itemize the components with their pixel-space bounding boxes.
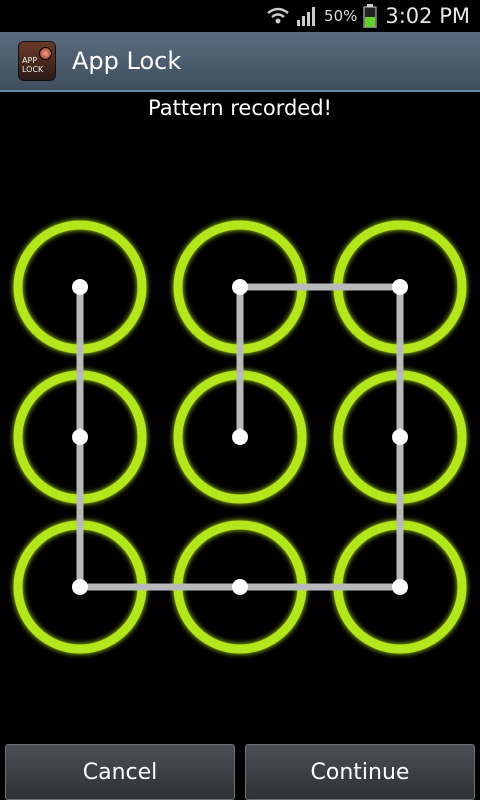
pattern-dot-6	[392, 429, 408, 445]
button-bar: Cancel Continue	[0, 740, 480, 800]
status-clock: 3:02 PM	[385, 4, 470, 28]
battery-charging-icon	[363, 4, 377, 28]
pattern-dot-2	[232, 279, 248, 295]
pattern-dot-7	[72, 579, 88, 595]
app-icon-lettering: APP LOCK	[22, 56, 44, 74]
cancel-button[interactable]: Cancel	[5, 744, 235, 800]
pattern-dot-1	[72, 279, 88, 295]
signal-bars-icon	[296, 6, 318, 26]
pattern-dot-4	[72, 429, 88, 445]
pattern-dot-9	[392, 579, 408, 595]
continue-button[interactable]: Continue	[245, 744, 475, 800]
pattern-dot-3	[392, 279, 408, 295]
app-lock-icon: APP LOCK	[18, 41, 56, 81]
app-title: App Lock	[72, 47, 182, 75]
status-message: Pattern recorded!	[148, 96, 332, 120]
title-bar: APP LOCK App Lock	[0, 32, 480, 92]
battery-percent: 50%	[324, 7, 358, 25]
pattern-dot-5	[232, 429, 248, 445]
pattern-grid[interactable]	[0, 200, 480, 670]
pattern-dot-8	[232, 579, 248, 595]
wifi-icon	[266, 6, 290, 26]
status-bar: 50% 3:02 PM	[0, 0, 480, 32]
